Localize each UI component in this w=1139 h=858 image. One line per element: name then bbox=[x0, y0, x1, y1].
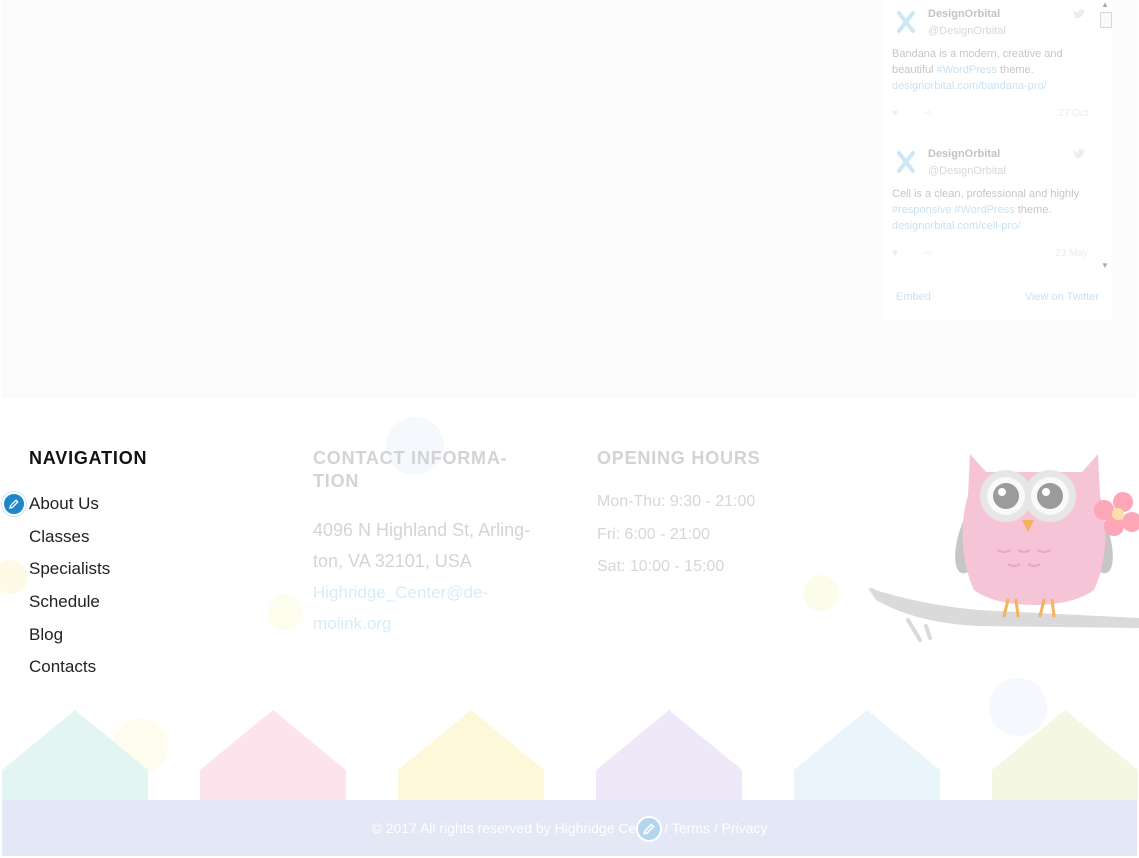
tweet[interactable]: DesignOrbital @DesignOrbital Bandana is … bbox=[882, 0, 1097, 138]
tweet-link[interactable]: designorbital.com/cell-pro/ bbox=[892, 220, 1020, 232]
view-on-twitter-link[interactable]: View on Twitter bbox=[1025, 291, 1099, 303]
opening-hours-item: Fri: 6:00 - 21:00 bbox=[597, 525, 710, 543]
decorative-dot bbox=[803, 575, 839, 611]
decorative-dot bbox=[0, 560, 28, 594]
tweet-hashtag[interactable]: #responsive #WordPress bbox=[892, 204, 1015, 216]
designorbital-logo-icon bbox=[897, 11, 915, 33]
footer-nav-contacts[interactable]: Contacts bbox=[29, 657, 110, 690]
twitter-bird-icon[interactable] bbox=[1072, 148, 1086, 160]
tweet-text: Cell is a clean, professional and highly… bbox=[892, 188, 1080, 232]
tweet-text: Bandana is a modern, creative and beauti… bbox=[892, 48, 1063, 92]
widget-footer: Embed View on Twitter bbox=[882, 288, 1112, 310]
opening-hours-title: OPENING HOURS bbox=[597, 448, 761, 468]
contact-email-link[interactable]: Highridge_Center@de-molink.org bbox=[313, 577, 513, 639]
embed-link[interactable]: Embed bbox=[896, 291, 931, 303]
tweet-actions: ♥ ⇨ 27 Oct bbox=[892, 108, 1088, 120]
widget-scrollbar[interactable]: ▲ ▼ bbox=[1098, 0, 1112, 272]
like-heart-icon[interactable]: ♥ bbox=[892, 248, 898, 259]
tweet-handle[interactable]: @DesignOrbital bbox=[928, 165, 1006, 177]
twitter-bird-icon[interactable] bbox=[1072, 8, 1086, 20]
site-footer: NAVIGATION About Us Classes Specialists … bbox=[0, 398, 1139, 858]
navigation-title: NAVIGATION bbox=[29, 448, 148, 468]
opening-hours-list: Mon-Thu: 9:30 - 21:00 Fri: 6:00 - 21:00 … bbox=[597, 493, 755, 591]
share-icon[interactable]: ⇨ bbox=[924, 108, 932, 119]
tweet-time[interactable]: 23 May bbox=[1055, 248, 1088, 259]
footer-nav-list: About Us Classes Specialists Schedule Bl… bbox=[29, 494, 110, 690]
tweet-link[interactable]: designorbital.com/bandana-pro/ bbox=[892, 80, 1047, 92]
tweet-actions: ♥ ⇨ 23 May bbox=[892, 248, 1088, 260]
tweet-time[interactable]: 27 Oct bbox=[1059, 108, 1088, 119]
tweet-hashtag[interactable]: #WordPress bbox=[937, 64, 997, 76]
footer-nav-blog[interactable]: Blog bbox=[29, 625, 110, 658]
tweet-handle[interactable]: @DesignOrbital bbox=[928, 25, 1006, 37]
footer-nav-about-us[interactable]: About Us bbox=[29, 494, 110, 527]
copyright-bar: © 2017 All rights reserved by Highridge … bbox=[2, 800, 1137, 856]
scroll-up-arrow-icon[interactable]: ▲ bbox=[1101, 0, 1109, 9]
share-icon[interactable]: ⇨ bbox=[924, 248, 932, 259]
opening-hours-item: Mon-Thu: 9:30 - 21:00 bbox=[597, 493, 756, 510]
tweet[interactable]: DesignOrbital @DesignOrbital Cell is a c… bbox=[882, 140, 1097, 278]
decorative-dot bbox=[267, 594, 303, 630]
contact-information-title: CONTACT INFORMA-TION bbox=[313, 448, 508, 491]
tweet-author[interactable]: DesignOrbital bbox=[928, 148, 1000, 160]
footer-nav-specialists[interactable]: Specialists bbox=[29, 559, 110, 592]
scrollbar-thumb[interactable] bbox=[1100, 12, 1112, 28]
owl-on-branch-illustration bbox=[868, 454, 1139, 642]
edit-pencil-icon[interactable] bbox=[2, 492, 26, 516]
like-heart-icon[interactable]: ♥ bbox=[892, 108, 898, 119]
tweet-author[interactable]: DesignOrbital bbox=[928, 8, 1000, 20]
content-area: DesignOrbital @DesignOrbital Bandana is … bbox=[2, 0, 1137, 398]
copyright-text[interactable]: © 2017 All rights reserved by Highridge … bbox=[2, 820, 1137, 836]
opening-hours-item: Sat: 10:00 - 15:00 bbox=[597, 558, 725, 576]
footer-nav-classes[interactable]: Classes bbox=[29, 527, 110, 560]
colored-houses-border bbox=[2, 710, 1138, 800]
designorbital-logo-icon bbox=[897, 151, 915, 173]
footer-nav-schedule[interactable]: Schedule bbox=[29, 592, 110, 625]
scroll-down-arrow-icon[interactable]: ▼ bbox=[1101, 261, 1109, 270]
twitter-timeline-widget: DesignOrbital @DesignOrbital Bandana is … bbox=[882, 0, 1112, 320]
contact-address: 4096 N Highland St, Arling-ton, VA 32101… bbox=[313, 520, 531, 571]
edit-pencil-icon[interactable] bbox=[636, 816, 662, 842]
